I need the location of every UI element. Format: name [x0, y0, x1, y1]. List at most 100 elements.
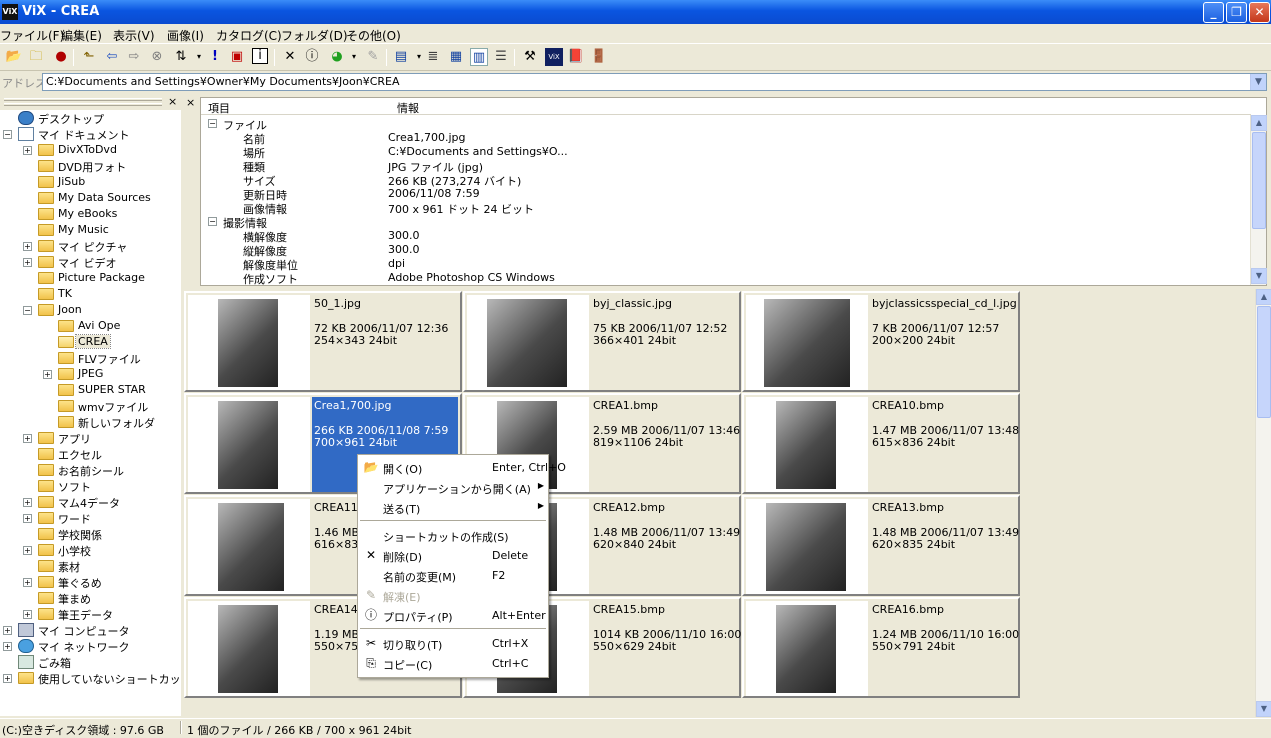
expand-icon[interactable]: +	[43, 370, 52, 379]
context-menu-item[interactable]: ⎘ コピー(C) Ctrl+C	[358, 653, 548, 673]
tools-icon[interactable]: ⚒	[521, 48, 539, 66]
close-button[interactable]: ✕	[1249, 2, 1270, 23]
expand-icon[interactable]: +	[23, 498, 32, 507]
thumbnail-item[interactable]: CREA13.bmp 1.48 MB 2006/11/07 13:49 620×83…	[742, 495, 1020, 596]
tree-item[interactable]: JiSub	[0, 174, 181, 190]
tree-item[interactable]: + 使用していないショートカット	[0, 670, 181, 686]
tree-item[interactable]: + マイ コンピュータ	[0, 622, 181, 638]
context-menu-item[interactable]: アプリケーションから開く(A) ▶	[358, 477, 548, 497]
menu-catalog[interactable]: カタログ(C)	[216, 27, 282, 44]
expand-icon[interactable]: +	[3, 642, 12, 651]
property-row[interactable]: サイズ 266 KB (273,274 バイト)	[201, 173, 1251, 188]
property-group[interactable]: − 撮影情報	[201, 215, 1251, 230]
sort-icon[interactable]: ⇅	[172, 48, 190, 66]
extract-icon[interactable]: ✎	[364, 48, 382, 66]
delete-icon[interactable]: ✕	[281, 48, 299, 66]
tree-item[interactable]: wmvファイル	[0, 398, 181, 414]
context-menu-item[interactable]: 送る(T) ▶	[358, 497, 548, 517]
tree-item[interactable]: + マイ ビデオ	[0, 254, 181, 270]
thumbnail-item[interactable]: CREA16.bmp 1.24 MB 2006/11/10 16:00 550×79…	[742, 597, 1020, 698]
property-row[interactable]: 場所 C:¥Documents and Settings¥O...	[201, 145, 1251, 160]
expand-icon[interactable]: +	[23, 258, 32, 267]
tree-item[interactable]: SUPER STAR	[0, 382, 181, 398]
tree-item[interactable]: + 筆ぐるめ	[0, 574, 181, 590]
context-menu-item[interactable]: 📂 開く(O) Enter, Ctrl+O	[358, 457, 566, 477]
tree-item[interactable]: + マイ ピクチャ	[0, 238, 181, 254]
scroll-down-icon[interactable]: ▼	[1251, 268, 1267, 284]
new-folder-icon[interactable]: 🗀	[27, 48, 45, 66]
expand-icon[interactable]: +	[23, 610, 32, 619]
expand-icon[interactable]: +	[23, 578, 32, 587]
property-row[interactable]: 作成ソフト Adobe Photoshop CS Windows	[201, 271, 1251, 286]
book-icon[interactable]: 📕	[567, 48, 585, 66]
grip[interactable]	[4, 98, 162, 101]
property-row[interactable]: 縦解像度 300.0	[201, 243, 1251, 258]
tree-item[interactable]: My Data Sources	[0, 190, 181, 206]
tree-item[interactable]: 学校関係	[0, 526, 181, 542]
context-menu-item[interactable]: ✂ 切り取り(T) Ctrl+X	[358, 633, 548, 653]
menu-view[interactable]: 表示(V)	[113, 27, 155, 44]
property-group[interactable]: − ファイル	[201, 117, 1251, 132]
expand-icon[interactable]: +	[23, 514, 32, 523]
thumbnail-view[interactable]: ▲ ▼ 50_1.jpg 72 KB 2006/11/07 12:36 254×34…	[183, 289, 1271, 717]
thumbnail-item[interactable]: 50_1.jpg 72 KB 2006/11/07 12:36 254×343 24…	[184, 291, 462, 392]
collapse-icon[interactable]: −	[208, 119, 217, 128]
up-folder-icon[interactable]: ⬑	[80, 48, 98, 66]
tree-item[interactable]: お名前シール	[0, 462, 181, 478]
tree-item[interactable]: + マイ ネットワーク	[0, 638, 181, 654]
expand-icon[interactable]: +	[3, 674, 12, 683]
expand-icon[interactable]: +	[23, 242, 32, 251]
property-row[interactable]: 名前 Crea1,700.jpg	[201, 131, 1251, 146]
tree-item[interactable]: ごみ箱	[0, 654, 181, 670]
address-dropdown-icon[interactable]: ▼	[1250, 74, 1266, 90]
tree-item[interactable]: CREA	[0, 334, 181, 350]
minimize-button[interactable]: _	[1203, 2, 1224, 23]
tree-item[interactable]: DVD用フォト	[0, 158, 181, 174]
property-row[interactable]: 解像度単位 dpi	[201, 257, 1251, 272]
tree-item[interactable]: + マム4データ	[0, 494, 181, 510]
collapse-icon[interactable]: −	[23, 306, 32, 315]
tree-item[interactable]: + ワード	[0, 510, 181, 526]
close-pane-icon[interactable]: ×	[168, 95, 177, 108]
info-icon[interactable]: i	[252, 48, 268, 64]
scroll-thumb[interactable]	[1252, 132, 1266, 229]
expand-icon[interactable]: +	[3, 626, 12, 635]
thumbnail-item[interactable]: CREA10.bmp 1.47 MB 2006/11/07 13:48 615×83…	[742, 393, 1020, 494]
thumbnail-item[interactable]: byjclassicsspecial_cd_l.jpg 7 KB 2006/11/…	[742, 291, 1020, 392]
tree-item[interactable]: 新しいフォルダ	[0, 414, 181, 430]
catalog-icon[interactable]: ●	[52, 48, 70, 66]
tree-item[interactable]: デスクトップ	[0, 110, 181, 126]
details-view-icon[interactable]: ▥	[470, 48, 488, 66]
stop-icon[interactable]: ⊗	[148, 48, 166, 66]
thumbnail-scrollbar[interactable]: ▲ ▼	[1255, 289, 1271, 717]
tree-item[interactable]: TK	[0, 286, 181, 302]
address-input[interactable]: C:¥Documents and Settings¥Owner¥My Docum…	[42, 73, 1267, 91]
menu-other[interactable]: その他(O)	[346, 27, 401, 44]
thumbnail-item[interactable]: byj_classic.jpg 75 KB 2006/11/07 12:52 366…	[463, 291, 741, 392]
tree-item[interactable]: Avi Ope	[0, 318, 181, 334]
tree-item[interactable]: 素材	[0, 558, 181, 574]
report-view-icon[interactable]: ☰	[492, 48, 510, 66]
color-dropdown-icon[interactable]: ▾	[345, 48, 363, 66]
menu-file[interactable]: ファイル(F)	[0, 27, 64, 44]
list-view-icon[interactable]: ≣	[424, 48, 442, 66]
tree-item[interactable]: + JPEG	[0, 366, 181, 382]
scroll-thumb[interactable]	[1257, 306, 1271, 418]
close-props-icon[interactable]: ×	[186, 96, 195, 109]
context-menu-item[interactable]: 名前の変更(M) F2	[358, 565, 548, 585]
maximize-button[interactable]: ❐	[1226, 2, 1247, 23]
properties-icon[interactable]: ⓘ	[303, 48, 321, 66]
forward-icon[interactable]: ⇨	[125, 48, 143, 66]
property-row[interactable]: 更新日時 2006/11/08 7:59	[201, 187, 1251, 202]
scroll-up-icon[interactable]: ▲	[1256, 289, 1271, 305]
tree-item[interactable]: ソフト	[0, 478, 181, 494]
tree-item[interactable]: + 小学校	[0, 542, 181, 558]
open-icon[interactable]: 📂	[5, 48, 23, 66]
tree-item[interactable]: − マイ ドキュメント	[0, 126, 181, 142]
properties-scrollbar[interactable]: ▲ ▼	[1250, 115, 1267, 285]
expand-icon[interactable]: +	[23, 434, 32, 443]
color-icon[interactable]: ◕	[328, 48, 346, 66]
tree-item[interactable]: My Music	[0, 222, 181, 238]
grip[interactable]	[4, 103, 162, 106]
tree-item[interactable]: + DivXToDvd	[0, 142, 181, 158]
